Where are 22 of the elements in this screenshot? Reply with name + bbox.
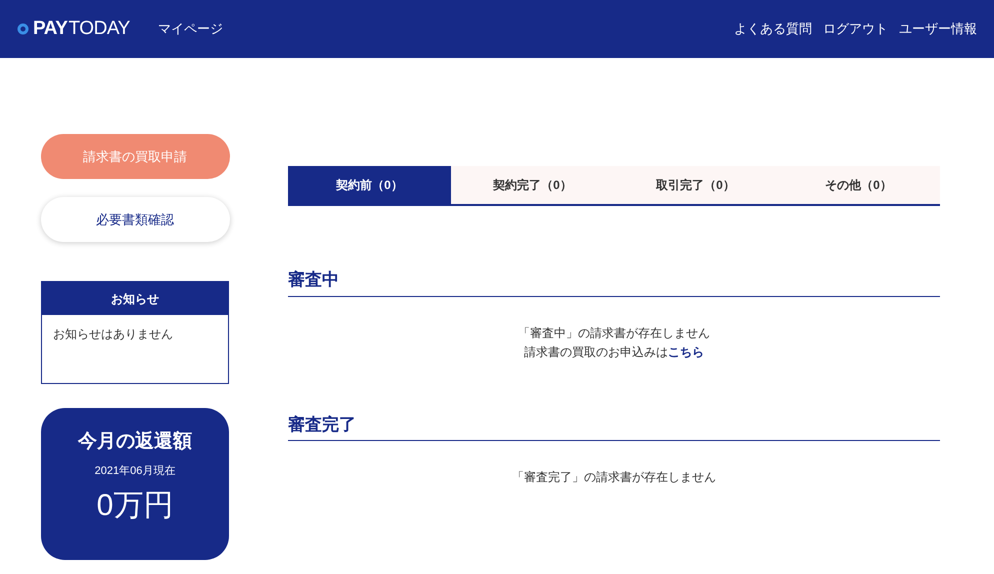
- tab[interactable]: 契約完了（0）: [451, 166, 614, 204]
- nav-link[interactable]: ユーザー情報: [899, 19, 977, 39]
- tab[interactable]: その他（0）: [777, 166, 940, 204]
- nav-link[interactable]: ログアウト: [823, 19, 888, 39]
- tab[interactable]: 取引完了（0）: [614, 166, 777, 204]
- notice-title: お知らせ: [42, 282, 228, 315]
- documents-button[interactable]: 必要書類確認: [40, 197, 230, 242]
- ring-icon: [17, 23, 29, 35]
- tab[interactable]: 契約前（0）: [288, 166, 451, 204]
- notice-text: お知らせはありません: [52, 326, 174, 343]
- nav-link[interactable]: マイページ: [158, 19, 223, 39]
- repayment-date: 2021年06月現在: [94, 464, 176, 478]
- repayment-amount: 0万円: [96, 488, 174, 524]
- empty-message: 「審査完了」の請求書が存在しません: [512, 469, 716, 486]
- section-heading: 審査完了: [288, 412, 940, 441]
- repayment-title: 今月の返還額: [78, 430, 192, 454]
- logo[interactable]: PAYTODAY: [17, 14, 130, 44]
- apply-hint: 請求書の買取のお申込みはこちら: [524, 344, 704, 360]
- here-link[interactable]: こちら: [668, 344, 704, 358]
- nav-link[interactable]: よくある質問: [734, 19, 812, 39]
- section-heading: 審査中: [288, 267, 940, 296]
- empty-message: 「審査中」の請求書が存在しません: [518, 324, 710, 342]
